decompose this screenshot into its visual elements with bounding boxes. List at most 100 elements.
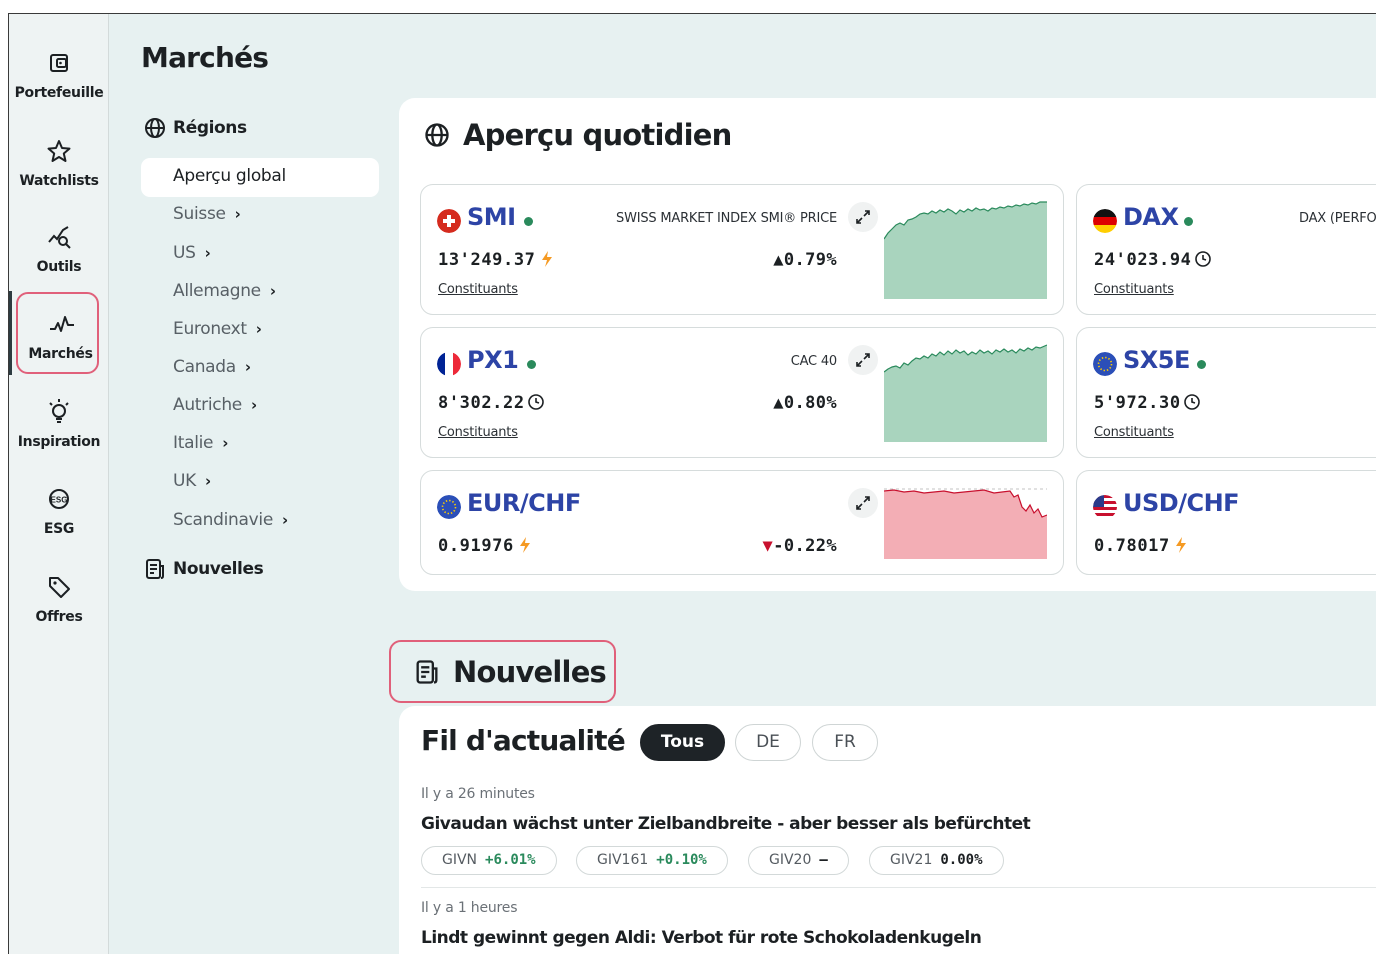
expand-button[interactable] [848,345,878,375]
ticker-tag[interactable]: GIV20 — [748,846,849,875]
eu-flag-icon [1093,352,1117,376]
chevron-right-icon: › [204,244,211,262]
news-timestamp: Il y a 26 minutes [421,786,535,802]
card-price-value: 8'302.22 [438,393,525,413]
nav-item-allemagne[interactable]: Allemagne › [173,281,276,301]
ticker-symbol: GIV20 [769,852,812,868]
card-symbol: DAX [1123,203,1179,231]
chart-search-icon [48,226,71,249]
card-change: ▲0.80% [773,393,837,413]
clock-icon [1183,394,1200,410]
expand-button[interactable] [848,202,878,232]
card-price: 13'249.37 [438,250,556,270]
nav-item-label: Euronext [173,319,247,339]
card-symbol: EUR/CHF [467,489,581,517]
nav-item-uk[interactable]: UK › [173,471,211,491]
ticker-tag[interactable]: GIV21 0.00% [869,846,1004,875]
ticker-symbol: GIV161 [597,852,649,868]
ticker-change: 0.00% [940,852,983,868]
card-change: ▲0.79% [773,250,837,270]
daily-overview-panel: Aperçu quotidien SMI SWISS MARKET INDEX … [399,98,1376,591]
rail-item-outils[interactable]: Outils [9,204,109,288]
sparkline-chart [884,344,1047,442]
sparkline-area [884,345,1047,442]
rail-label: Outils [36,259,82,275]
expand-arrows-icon [856,210,870,224]
card-symbol: SMI [467,203,516,231]
card-price-value: 13'249.37 [438,250,536,270]
chevron-right-icon: › [250,396,257,414]
nav-item-label: Aperçu global [173,166,286,186]
market-card-dax[interactable]: DAX DAX (PERFORMANCE) 24'023.94 Constitu… [1076,184,1376,315]
market-card-usdchf[interactable]: USD/CHF 0.78017 [1076,470,1376,575]
feed-title: Fil d'actualité [421,724,626,757]
filter-all-button[interactable]: Tous [640,724,725,761]
esg-leaf-icon: ESG [49,489,69,509]
expand-arrows-icon [856,353,870,367]
card-price-value: 0.91976 [438,536,514,556]
card-price: 8'302.22 [438,393,545,413]
nav-item-suisse[interactable]: Suisse › [173,204,241,224]
overview-title: Aperçu quotidien [423,118,732,152]
nav-item-euronext[interactable]: Euronext › [173,319,262,339]
card-price: 24'023.94 [1094,250,1212,270]
rail-item-watchlists[interactable]: Watchlists [9,118,109,202]
live-dot-icon [527,360,536,369]
market-card-sx5e[interactable]: SX5E 5'972.30 Constituants [1076,327,1376,458]
nav-item-label: Suisse [173,204,226,224]
nav-item-label: Canada [173,357,236,377]
constituents-link[interactable]: Constituants [438,425,518,440]
nav-item-apercu-global[interactable]: Aperçu global [173,166,286,186]
rail-label: ESG [43,521,75,537]
german-flag-icon [1093,209,1117,233]
nav-regions-label: Régions [173,118,247,138]
lightbulb-icon [49,399,69,423]
newspaper-icon [416,659,438,684]
swiss-flag-icon [437,209,461,233]
rail-item-offres[interactable]: Offres [9,554,109,638]
constituents-link[interactable]: Constituants [1094,282,1174,297]
ticker-tag[interactable]: GIVN +6.01% [421,846,557,875]
bolt-icon [1175,537,1186,553]
filter-de-button[interactable]: DE [735,724,801,761]
news-section-title: Nouvelles [389,640,616,703]
market-card-smi[interactable]: SMI SWISS MARKET INDEX SMI® PRICE 13'249… [420,184,1064,315]
card-price: 0.78017 [1094,536,1190,556]
rail-label: Portefeuille [14,85,104,101]
news-headline[interactable]: Lindt gewinnt gegen Aldi: Verbot für rot… [421,928,982,948]
bolt-icon [519,537,530,553]
chevron-right-icon: › [244,358,251,376]
rail-label: Inspiration [17,434,101,450]
page-title: Marchés [141,41,269,74]
chevron-right-icon: › [234,205,241,223]
card-symbol: SX5E [1123,346,1190,374]
constituents-link[interactable]: Constituants [438,282,518,297]
card-symbol: USD/CHF [1123,489,1240,517]
filter-fr-button[interactable]: FR [812,724,878,761]
card-price-value: 0.78017 [1094,536,1170,556]
nav-item-italie[interactable]: Italie › [173,433,228,453]
card-symbol: PX1 [467,346,519,374]
ticker-tag[interactable]: GIV161 +0.10% [576,846,728,875]
french-flag-icon [437,352,461,376]
nav-news-header[interactable]: Nouvelles [143,557,264,581]
nav-item-scandinavie[interactable]: Scandinavie › [173,510,288,530]
sparkline-chart [884,488,1047,559]
news-timestamp: Il y a 1 heures [421,900,518,916]
constituents-link[interactable]: Constituants [1094,425,1174,440]
market-card-eurchf[interactable]: EUR/CHF 0.91976 ▼-0.22% [420,470,1064,575]
news-headline[interactable]: Givaudan wächst unter Zielbandbreite - a… [421,814,1031,834]
nav-item-us[interactable]: US › [173,243,211,263]
ticker-symbol: GIV21 [890,852,933,868]
rail-item-inspiration[interactable]: Inspiration [9,379,109,463]
nav-regions-header[interactable]: Régions [143,116,247,140]
nav-item-autriche[interactable]: Autriche › [173,395,257,415]
rail-item-esg[interactable]: ESG ESG [9,466,109,550]
clock-icon [1194,251,1211,267]
app-window: Portefeuille Watchlists Outils Marchés I… [8,13,1376,954]
nav-item-canada[interactable]: Canada › [173,357,251,377]
expand-button[interactable] [848,488,878,518]
market-card-px1[interactable]: PX1 CAC 40 8'302.22 ▲0.80% Constituants [420,327,1064,458]
card-price: 0.91976 [438,536,534,556]
rail-item-portefeuille[interactable]: Portefeuille [9,30,109,114]
